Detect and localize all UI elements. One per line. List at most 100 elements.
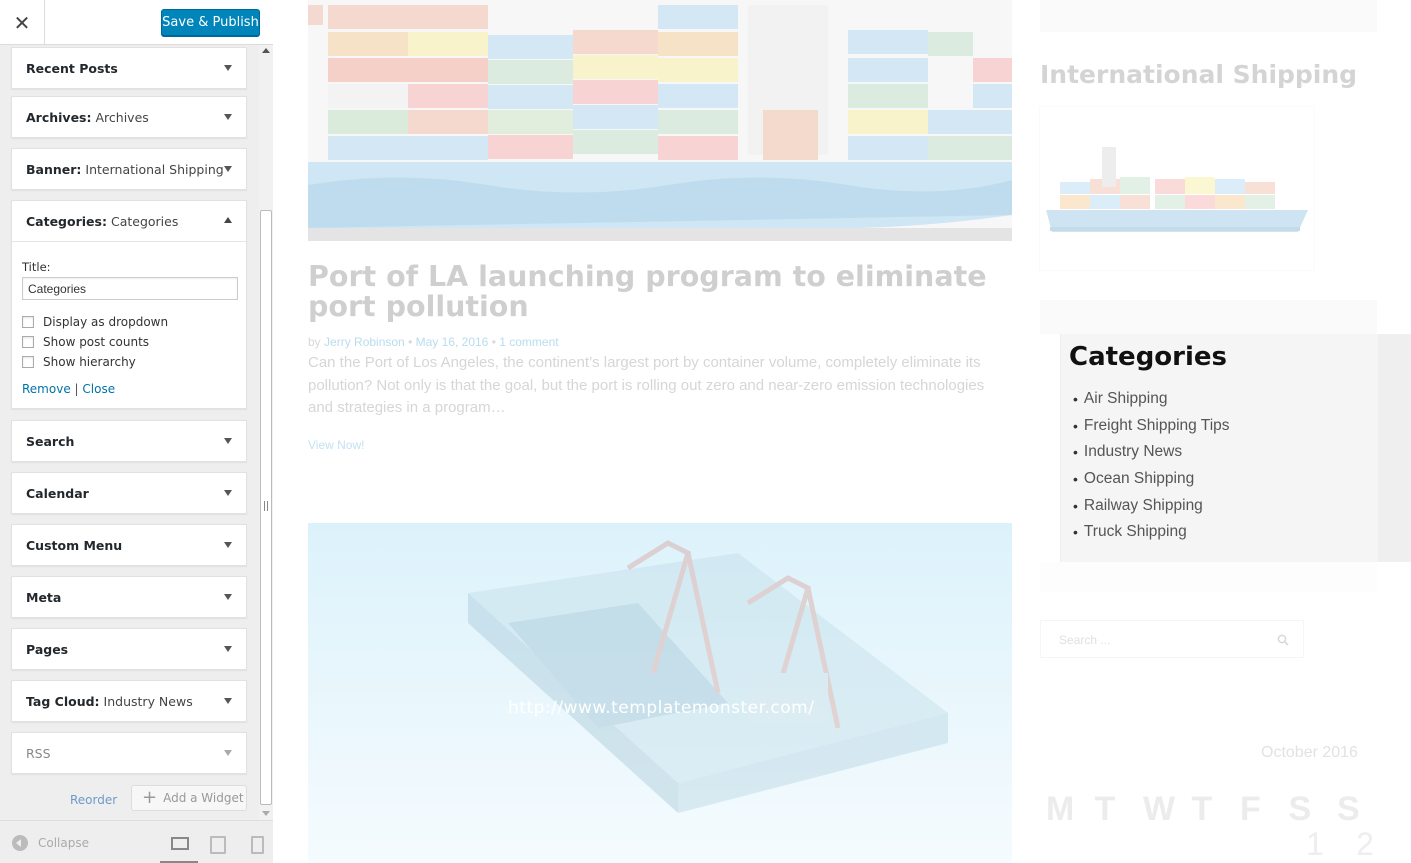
scrollbar-thumb[interactable] [260, 210, 272, 805]
widget-title-bar[interactable]: Pages [12, 629, 246, 669]
chevron-down-icon[interactable] [224, 750, 232, 756]
category-link[interactable]: Truck Shipping [1084, 523, 1187, 541]
widget-banner[interactable]: Banner: International Shipping [11, 148, 247, 190]
calendar-weekday: W [1143, 790, 1176, 828]
widget-title-bar[interactable]: Calendar [12, 473, 246, 513]
hierarchy-checkbox[interactable] [22, 356, 34, 368]
category-item[interactable]: • Industry News [1073, 439, 1230, 466]
widget-title-bar[interactable]: Search [12, 421, 246, 461]
widget-title-bar[interactable]: RSS [12, 733, 246, 773]
widget-title-bar[interactable]: Archives: Archives [12, 97, 246, 137]
chevron-up-icon[interactable] [224, 217, 232, 223]
widget-title-bar[interactable]: Banner: International Shipping [12, 149, 246, 189]
chevron-down-icon[interactable] [224, 65, 232, 71]
add-widget-button[interactable]: + Add a Widget [131, 785, 247, 811]
widget-name: RSS [26, 745, 51, 761]
actions-separator: | [74, 382, 79, 396]
post-counts-option[interactable]: Show post counts [22, 332, 236, 352]
widget-title-bar[interactable]: Tag Cloud: Industry News [12, 681, 246, 721]
calendar-weekday: T [1094, 790, 1116, 828]
category-item[interactable]: • Freight Shipping Tips [1073, 413, 1230, 440]
chevron-down-icon[interactable] [224, 646, 232, 652]
sidebar-spacer [1040, 300, 1377, 334]
calendar-day[interactable]: 1 [1290, 826, 1340, 863]
chevron-down-icon[interactable] [224, 542, 232, 548]
widget-name: Recent Posts [26, 60, 118, 76]
watermark-text: http://www.templatemonster.com/ [508, 698, 815, 718]
widget-name: Search [26, 433, 75, 449]
tablet-preview-icon[interactable] [209, 835, 226, 854]
reorder-link[interactable]: Reorder [70, 793, 117, 807]
close-customizer-button[interactable]: ✕ [0, 0, 45, 45]
mobile-preview-icon[interactable] [249, 835, 265, 854]
chevron-down-icon[interactable] [224, 698, 232, 704]
category-link[interactable]: Ocean Shipping [1084, 470, 1194, 488]
save-publish-button[interactable]: Save & Publish [161, 9, 260, 36]
collapse-arrow-icon [12, 835, 28, 851]
widget-rss[interactable]: RSS [11, 732, 247, 774]
calendar-day[interactable]: 2 [1340, 826, 1390, 863]
widget-name: Pages [26, 641, 69, 657]
calendar-weekday: M [1046, 790, 1075, 828]
dropdown-checkbox[interactable] [22, 316, 34, 328]
chevron-down-icon[interactable] [224, 594, 232, 600]
meta-separator: • [491, 335, 496, 349]
widget-name: Tag Cloud: [26, 693, 100, 709]
widget-custom-menu[interactable]: Custom Menu [11, 524, 247, 566]
desktop-preview-icon[interactable] [170, 835, 189, 851]
widget-pages[interactable]: Pages [11, 628, 247, 670]
chevron-down-icon[interactable] [224, 490, 232, 496]
title-field-label: Title: [22, 260, 51, 274]
category-item[interactable]: • Truck Shipping [1073, 519, 1230, 546]
widget-actions: Remove | Close [22, 382, 236, 396]
sidebar-search-input[interactable]: Search ... [1040, 620, 1304, 658]
post-comments-link[interactable]: 1 comment [499, 335, 558, 349]
post-counts-option-label: Show post counts [43, 335, 150, 349]
widget-categories-expanded[interactable]: Categories: Categories Title: Display as… [11, 200, 247, 409]
hierarchy-option[interactable]: Show hierarchy [22, 352, 236, 372]
category-item[interactable]: • Railway Shipping [1073, 492, 1230, 519]
close-widget-link[interactable]: Close [82, 382, 115, 396]
scroll-up-arrow-icon[interactable] [262, 48, 270, 53]
collapse-label: Collapse [38, 836, 89, 850]
categories-widget: Categories • Air Shipping • Freight Shippi… [1060, 334, 1411, 562]
chevron-down-icon[interactable] [224, 114, 232, 120]
widget-recent-posts[interactable]: Recent Posts [11, 47, 247, 89]
widget-search[interactable]: Search [11, 420, 247, 462]
post-counts-checkbox[interactable] [22, 336, 34, 348]
calendar-weekday: S [1337, 790, 1360, 828]
category-link[interactable]: Railway Shipping [1084, 497, 1203, 515]
post-author-link[interactable]: Jerry Robinson [324, 335, 405, 349]
dropdown-option[interactable]: Display as dropdown [22, 312, 236, 332]
banner-widget-title: International Shipping [1040, 60, 1358, 89]
widget-meta[interactable]: Meta [11, 576, 247, 618]
post-date-link[interactable]: May 16, 2016 [416, 335, 489, 349]
chevron-down-icon[interactable] [224, 438, 232, 444]
widget-title-bar[interactable]: Recent Posts [12, 48, 246, 88]
collapse-button[interactable]: Collapse [12, 835, 89, 851]
widget-title-bar[interactable]: Custom Menu [12, 525, 246, 565]
category-link[interactable]: Industry News [1084, 443, 1182, 461]
category-item[interactable]: • Air Shipping [1073, 386, 1230, 413]
widget-subtitle: Categories [110, 213, 179, 229]
banner-image-frame[interactable] [1040, 107, 1314, 270]
read-more-link[interactable]: View Now! [308, 438, 364, 452]
calendar-caption: October 2016 [1261, 744, 1358, 761]
search-icon[interactable] [1277, 634, 1289, 646]
category-item[interactable]: • Ocean Shipping [1073, 466, 1230, 493]
category-link[interactable]: Freight Shipping Tips [1084, 417, 1230, 435]
site-preview[interactable]: Port of LA launching program to eliminat… [274, 0, 1411, 863]
widget-calendar[interactable]: Calendar [11, 472, 247, 514]
remove-widget-link[interactable]: Remove [22, 382, 71, 396]
widget-title-bar[interactable]: Categories: Categories [12, 201, 246, 241]
widget-title-bar[interactable]: Meta [12, 577, 246, 617]
category-link[interactable]: Air Shipping [1084, 390, 1168, 408]
widget-tag-cloud[interactable]: Tag Cloud: Industry News [11, 680, 247, 722]
widget-archives[interactable]: Archives: Archives [11, 96, 247, 138]
panel-scrollbar[interactable] [259, 45, 273, 820]
chevron-down-icon[interactable] [224, 166, 232, 172]
scroll-down-arrow-icon[interactable] [262, 811, 270, 816]
widget-highlight-edge [1378, 334, 1411, 562]
title-field[interactable] [22, 277, 238, 300]
post-title[interactable]: Port of LA launching program to eliminat… [308, 262, 1008, 322]
